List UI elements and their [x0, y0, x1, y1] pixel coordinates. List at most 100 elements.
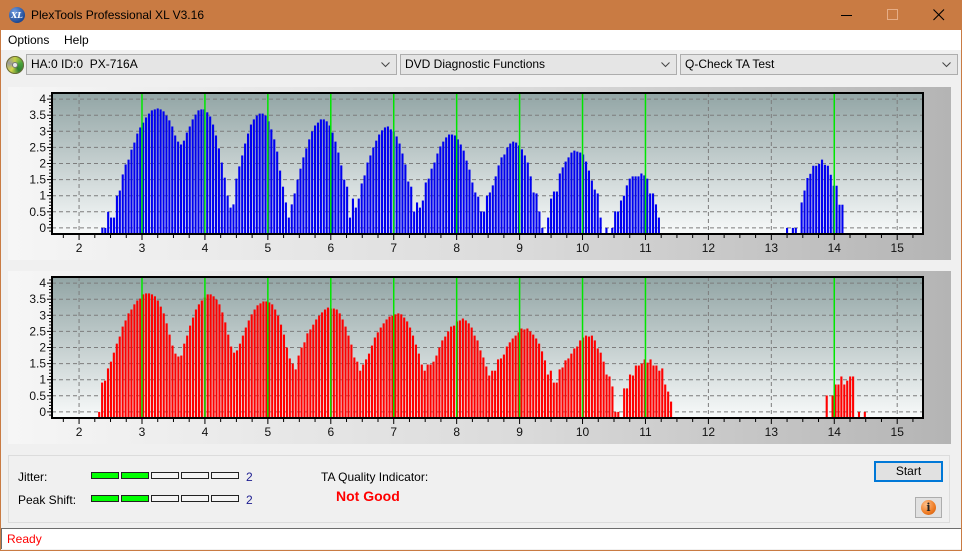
function-select[interactable]: DVD Diagnostic Functions	[400, 54, 677, 75]
histogram-bar	[348, 217, 352, 234]
histogram-bar	[224, 322, 227, 418]
x-tick-label: 9	[516, 425, 523, 439]
x-tick-label: 11	[639, 425, 652, 439]
histogram-bar	[385, 319, 388, 418]
histogram-bar	[529, 176, 532, 234]
histogram-bar	[106, 368, 110, 418]
histogram-bar	[276, 151, 279, 234]
xl-logo-icon: XL	[9, 7, 25, 23]
y-tick-label: 0	[39, 221, 46, 235]
histogram-bar	[661, 368, 664, 418]
histogram-bar	[394, 314, 397, 418]
status-bar: Ready	[1, 528, 961, 549]
level-segment	[121, 495, 149, 502]
histogram-bar	[179, 144, 183, 234]
histogram-bar	[640, 173, 643, 234]
histogram-bar	[315, 319, 318, 418]
histogram-bar	[230, 346, 233, 418]
histogram-bar	[538, 343, 541, 418]
histogram-bar	[212, 296, 215, 418]
histogram-bar	[299, 168, 302, 234]
maximize-button[interactable]	[870, 0, 916, 30]
close-button[interactable]	[916, 0, 962, 30]
histogram-bar	[458, 320, 461, 418]
menu-help[interactable]: Help	[64, 30, 89, 50]
histogram-bar	[840, 376, 843, 418]
histogram-bar	[197, 110, 200, 234]
histogram-bar	[535, 193, 538, 234]
test-select[interactable]: Q-Check TA Test	[680, 54, 958, 75]
histogram-bar	[429, 364, 432, 418]
histogram-bar	[256, 305, 259, 418]
x-tick-label: 7	[390, 241, 397, 255]
histogram-bar	[599, 217, 602, 234]
histogram-bar	[109, 361, 112, 418]
histogram-bar	[270, 129, 273, 234]
histogram-bar	[305, 148, 308, 234]
ta-quality-value: Not Good	[336, 488, 400, 504]
histogram-bar	[803, 190, 806, 234]
histogram-bar	[576, 346, 579, 418]
drive-select[interactable]: HA:0 ID:0 PX-716A	[26, 54, 397, 75]
histogram-bar	[800, 202, 803, 234]
histogram-bar	[133, 304, 136, 418]
y-tick-label: 3	[39, 124, 46, 138]
histogram-bar	[420, 364, 423, 418]
histogram-bar	[344, 326, 347, 418]
histogram-bar	[637, 365, 640, 418]
histogram-bar	[655, 365, 658, 418]
histogram-bar	[508, 342, 511, 418]
window-title: PlexTools Professional XL V3.16	[31, 8, 204, 22]
histogram-bar	[300, 347, 303, 418]
histogram-bar	[356, 361, 359, 418]
histogram-bar	[479, 350, 482, 418]
histogram-bar	[168, 120, 171, 234]
histogram-bar	[445, 137, 448, 234]
histogram-bar	[564, 161, 567, 234]
histogram-bar	[388, 316, 391, 418]
x-tick-label: 15	[891, 425, 905, 439]
histogram-bar	[441, 340, 444, 418]
histogram-bar	[526, 328, 529, 418]
histogram-bar	[378, 134, 381, 234]
histogram-bar	[150, 294, 154, 418]
histogram-bar	[145, 117, 148, 234]
histogram-bar	[631, 176, 634, 234]
y-tick-label: 1.5	[29, 357, 46, 371]
histogram-bar	[274, 309, 277, 418]
histogram-bar	[467, 323, 470, 418]
histogram-bar	[189, 325, 192, 418]
x-tick-label: 9	[516, 241, 523, 255]
histogram-bar	[637, 176, 640, 234]
histogram-bar	[233, 352, 236, 418]
histogram-bar	[439, 146, 442, 234]
histogram-bar	[664, 384, 667, 418]
y-tick-label: 3.5	[29, 108, 46, 122]
histogram-bar	[417, 353, 420, 418]
histogram-bar	[182, 140, 185, 234]
info-button[interactable]: i	[915, 497, 942, 518]
histogram-bar	[561, 367, 564, 418]
level-segment	[91, 495, 119, 502]
histogram-bar	[326, 307, 330, 418]
menu-options[interactable]: Options	[8, 30, 49, 50]
chevron-down-icon	[942, 62, 951, 68]
histogram-bar	[341, 319, 344, 418]
test-select-value: Q-Check TA Test	[685, 57, 775, 71]
y-tick-label: 4	[39, 276, 46, 290]
status-text: Ready	[7, 532, 42, 546]
histogram-bar	[570, 152, 573, 234]
histogram-bar	[838, 204, 841, 234]
x-tick-label: 10	[576, 425, 590, 439]
start-button[interactable]: Start	[874, 461, 943, 482]
x-tick-label: 2	[76, 241, 83, 255]
histogram-bar	[130, 149, 133, 234]
histogram-bar	[435, 355, 438, 418]
results-group	[8, 455, 950, 523]
histogram-bar	[590, 335, 593, 418]
histogram-bar	[549, 370, 552, 418]
minimize-button[interactable]	[824, 0, 870, 30]
y-tick-label: 2.5	[29, 324, 46, 338]
x-tick-label: 12	[702, 241, 716, 255]
histogram-bar	[546, 374, 549, 418]
